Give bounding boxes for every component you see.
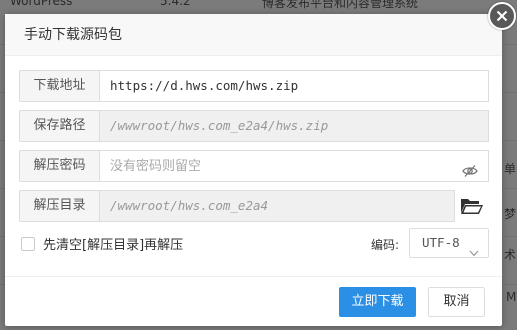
- unzip-password-input[interactable]: 没有密码则留空: [99, 150, 489, 182]
- dialog-footer: 立即下载 取消: [5, 276, 502, 326]
- cancel-button[interactable]: 取消: [428, 287, 485, 317]
- unzip-password-placeholder: 没有密码则留空: [110, 159, 202, 174]
- download-url-label: 下载地址: [19, 70, 99, 102]
- unzip-dir-input: /wwwroot/hws.com_e2a4: [99, 190, 455, 222]
- download-now-button[interactable]: 立即下载: [339, 287, 416, 317]
- download-url-input[interactable]: https://d.hws.com/hws.zip: [99, 70, 489, 102]
- encoding-label: 编码:: [371, 238, 400, 252]
- download-url-row: 下载地址 https://d.hws.com/hws.zip: [19, 70, 489, 102]
- eye-slash-icon[interactable]: [462, 159, 478, 189]
- close-button[interactable]: [488, 2, 516, 30]
- unzip-password-row: 解压密码 没有密码则留空: [19, 150, 489, 182]
- unzip-dir-row: 解压目录 /wwwroot/hws.com_e2a4: [19, 190, 455, 222]
- unzip-password-label: 解压密码: [19, 150, 99, 182]
- clear-dir-checkbox[interactable]: [21, 236, 35, 251]
- folder-open-icon[interactable]: [460, 197, 484, 219]
- unzip-dir-label: 解压目录: [19, 190, 99, 222]
- save-path-label: 保存路径: [19, 110, 99, 142]
- chevron-down-icon: [469, 239, 479, 267]
- clear-dir-option[interactable]: 先清空[解压目录]再解压: [21, 234, 183, 253]
- save-path-input: /wwwroot/hws.com_e2a4/hws.zip: [99, 110, 489, 142]
- download-dialog: 手动下载源码包 下载地址 https://d.hws.com/hws.zip 保…: [5, 14, 502, 326]
- clear-dir-label: 先清空[解压目录]再解压: [43, 238, 184, 253]
- encoding-value: UTF-8: [422, 235, 460, 250]
- encoding-select[interactable]: UTF-8: [409, 228, 489, 258]
- dialog-title: 手动下载源码包: [5, 14, 502, 56]
- save-path-row: 保存路径 /wwwroot/hws.com_e2a4/hws.zip: [19, 110, 489, 142]
